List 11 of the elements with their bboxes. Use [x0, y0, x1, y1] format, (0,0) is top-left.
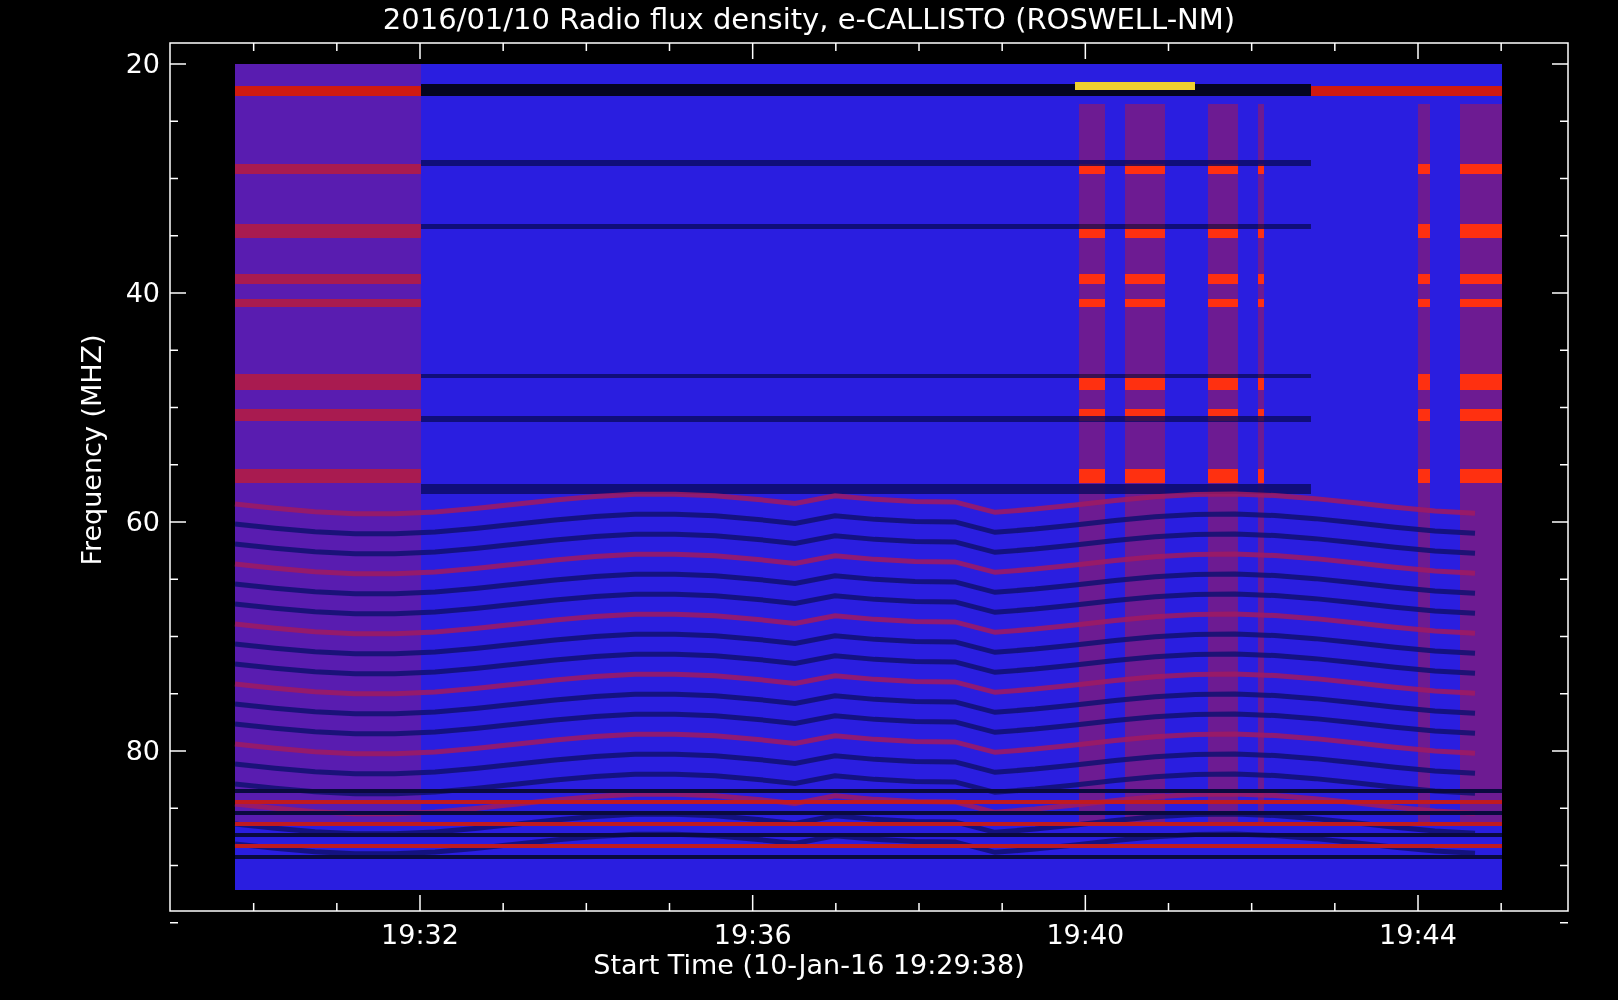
- chart-title: 2016/01/10 Radio flux density, e-CALLISTO (ROSWELL-NM): [381, 4, 1237, 34]
- x-tick-label: 19:44: [1378, 920, 1458, 950]
- x-tick-label: 19:36: [712, 920, 793, 950]
- y-tick-label: 60: [125, 507, 160, 537]
- x-axis-title: Start Time (10-Jan-16 19:29:38): [592, 950, 1026, 980]
- y-tick-label: 20: [125, 49, 160, 79]
- y-axis-title: Frequency (MHZ): [77, 334, 107, 566]
- x-tick-label: 19:40: [1045, 920, 1126, 950]
- x-tick-label: 19:32: [380, 920, 460, 950]
- y-tick-label: 40: [125, 278, 160, 308]
- y-tick-label: 80: [125, 736, 160, 766]
